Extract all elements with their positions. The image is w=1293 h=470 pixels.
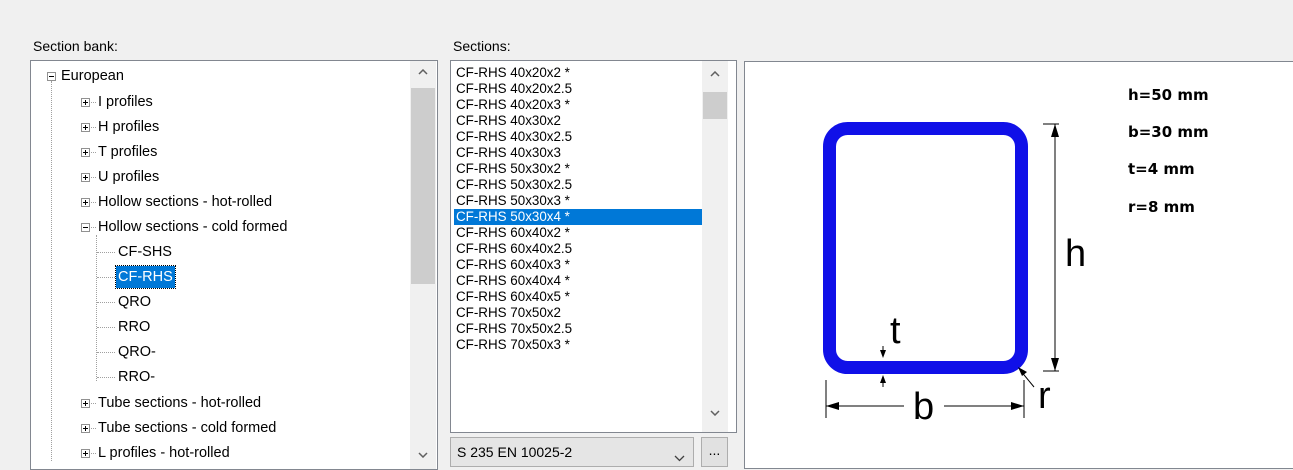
dimension-b-value: b=30 mm	[1128, 123, 1209, 141]
list-item[interactable]: CF-RHS 60x40x3 *	[454, 257, 703, 273]
tree-connector	[91, 453, 96, 454]
list-item-selected[interactable]: CF-RHS 50x30x4 *	[454, 209, 703, 225]
scroll-thumb[interactable]	[411, 88, 435, 284]
tree-item-label: RRO-	[118, 369, 156, 385]
scroll-up-icon[interactable]	[410, 63, 436, 83]
scroll-up-icon[interactable]	[702, 65, 728, 85]
tree-item-label: I profiles	[98, 94, 153, 110]
tree-connector	[97, 302, 115, 303]
list-item[interactable]: CF-RHS 60x40x2.5	[454, 241, 703, 257]
tree-connector	[51, 81, 52, 461]
r-arrow	[1018, 367, 1027, 376]
tree-connector	[97, 377, 115, 378]
list-item[interactable]: CF-RHS 70x50x2.5	[454, 321, 703, 337]
tree-connector	[91, 403, 96, 404]
list-item[interactable]: CF-RHS 40x20x2.5	[454, 81, 703, 97]
section-bank-tree[interactable]: European I profiles H profiles T profile…	[30, 60, 438, 470]
tree-connector	[97, 327, 115, 328]
t-arrow-top	[880, 350, 886, 358]
expand-icon[interactable]	[81, 148, 90, 157]
scroll-down-icon[interactable]	[410, 446, 436, 466]
tree-item-label: QRO-	[118, 344, 156, 360]
section-drawing-panel: h b t r h=50 mm b=30 mm t=4 mm r=8 mm	[744, 61, 1293, 469]
expand-icon[interactable]	[81, 424, 90, 433]
list-item[interactable]: CF-RHS 50x30x2 *	[454, 161, 703, 177]
scroll-down-icon[interactable]	[702, 404, 728, 424]
expand-icon[interactable]	[81, 449, 90, 458]
rhs-profile-outline	[823, 122, 1028, 374]
h-arrow-bottom	[1051, 358, 1059, 371]
collapse-icon[interactable]	[47, 72, 56, 81]
list-item[interactable]: CF-RHS 70x50x3 *	[454, 337, 703, 353]
tree-item-label: Tube sections - cold formed	[98, 420, 277, 436]
material-select[interactable]: S 235 EN 10025-2	[450, 437, 694, 467]
tree-connector	[91, 428, 96, 429]
list-item[interactable]: CF-RHS 60x40x5 *	[454, 289, 703, 305]
section-drawing: h b t r	[823, 122, 1086, 428]
tree-item-label: CF-RHS	[115, 265, 176, 289]
tree-connector	[97, 277, 115, 278]
tree-connector	[96, 235, 97, 381]
tree-connector	[91, 127, 96, 128]
b-arrow-right	[1011, 402, 1024, 410]
tree-connector	[91, 152, 96, 153]
tree-item-label: U profiles	[98, 169, 160, 185]
section-bank-label: Section bank:	[33, 38, 118, 54]
tree-connector	[91, 102, 96, 103]
tree-item-label: Tube sections - hot-rolled	[98, 395, 262, 411]
tree-connector	[97, 352, 115, 353]
tree-item-label: European	[61, 68, 124, 84]
list-item[interactable]: CF-RHS 40x30x2.5	[454, 129, 703, 145]
expand-icon[interactable]	[81, 173, 90, 182]
scroll-thumb[interactable]	[703, 92, 727, 119]
list-item[interactable]: CF-RHS 40x20x3 *	[454, 97, 703, 113]
list-item[interactable]: CF-RHS 50x30x3 *	[454, 193, 703, 209]
expand-icon[interactable]	[81, 123, 90, 132]
expand-icon[interactable]	[81, 399, 90, 408]
sections-scrollbar[interactable]	[702, 61, 728, 432]
dimension-h-value: h=50 mm	[1128, 86, 1209, 104]
tree-connector	[91, 202, 96, 203]
t-label: t	[890, 310, 901, 352]
h-arrow-top	[1051, 124, 1059, 137]
tree-item-label: H profiles	[98, 119, 160, 135]
tree-connector	[91, 227, 96, 228]
list-item[interactable]: CF-RHS 40x30x2	[454, 113, 703, 129]
b-arrow-left	[826, 402, 839, 410]
list-item[interactable]: CF-RHS 50x30x2.5	[454, 177, 703, 193]
tree-item-label: Hollow sections - hot-rolled	[98, 194, 273, 210]
tree-item-label: RRO	[118, 319, 151, 335]
b-label: b	[913, 386, 934, 428]
dimension-t-value: t=4 mm	[1128, 160, 1195, 178]
dimension-r-value: r=8 mm	[1128, 198, 1195, 216]
collapse-icon[interactable]	[81, 223, 90, 232]
list-item[interactable]: CF-RHS 40x20x2 *	[454, 65, 703, 81]
tree-item-label: QRO	[118, 294, 152, 310]
material-more-button[interactable]: ...	[701, 437, 728, 467]
list-item[interactable]: CF-RHS 60x40x4 *	[454, 273, 703, 289]
sections-list[interactable]: CF-RHS 40x20x2 * CF-RHS 40x20x2.5 CF-RHS…	[450, 60, 737, 433]
expand-icon[interactable]	[81, 98, 90, 107]
sections-label: Sections:	[453, 38, 511, 54]
list-item[interactable]: CF-RHS 70x50x2	[454, 305, 703, 321]
list-item[interactable]: CF-RHS 40x30x3	[454, 145, 703, 161]
expand-icon[interactable]	[81, 198, 90, 207]
chevron-down-icon	[674, 449, 685, 467]
r-label: r	[1038, 375, 1051, 417]
tree-item-label: T profiles	[98, 144, 158, 160]
tree-connector	[97, 252, 115, 253]
h-label: h	[1065, 233, 1086, 275]
material-value: S 235 EN 10025-2	[457, 444, 573, 460]
tree-item-label: L profiles - hot-rolled	[98, 445, 230, 461]
list-item[interactable]: CF-RHS 60x40x2 *	[454, 225, 703, 241]
tree-connector	[91, 177, 96, 178]
tree-item-label: CF-SHS	[118, 244, 172, 260]
tree-scrollbar[interactable]	[410, 61, 436, 469]
t-arrow-bottom	[880, 375, 886, 383]
tree-item-label: Hollow sections - cold formed	[98, 219, 288, 235]
